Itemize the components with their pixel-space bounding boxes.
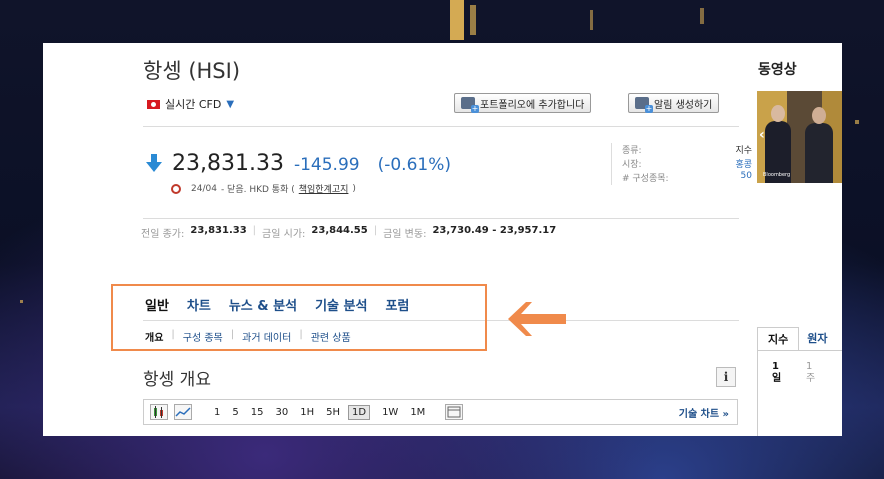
- chevron-left-icon[interactable]: ‹: [759, 127, 765, 143]
- realtime-selector[interactable]: 실시간 CFD ▼: [147, 96, 234, 112]
- chart-toolbar: 1 5 15 30 1H 5H 1D 1W 1M 기술 차트 »: [143, 399, 738, 425]
- arrow-down-icon: [146, 154, 162, 172]
- tab-index[interactable]: 지수: [757, 327, 800, 350]
- overview-title: 항셍 개요: [143, 370, 211, 390]
- status-text: - 닫음. HKD 통화 (: [220, 185, 295, 195]
- line-chart-icon[interactable]: [174, 404, 192, 420]
- divider: [143, 218, 739, 219]
- add-portfolio-label: 포트폴리오에 추가합니다: [480, 99, 585, 111]
- chevron-down-icon: ▼: [226, 98, 235, 110]
- alert-add-icon: [635, 97, 653, 113]
- period-1-day[interactable]: 1일: [772, 361, 782, 385]
- sidebar-periods: 1일 1주: [772, 361, 816, 385]
- instrument-info: 종류: 지수 시장: 홍콩 # 구성종목: 50: [611, 143, 752, 185]
- chart-settings-icon[interactable]: [445, 404, 464, 420]
- info-key: 시장:: [622, 160, 642, 170]
- info-key: # 구성종목:: [622, 174, 669, 184]
- prev-close-value: 23,831.33: [190, 225, 247, 236]
- add-portfolio-button[interactable]: 포트폴리오에 추가합니다: [454, 93, 592, 113]
- period-1h[interactable]: 1H: [300, 407, 314, 418]
- create-alert-button[interactable]: 알림 생성하기: [628, 93, 720, 113]
- period-5[interactable]: 5: [232, 407, 238, 418]
- info-row: 시장: 홍콩: [622, 157, 752, 171]
- info-value-market[interactable]: 홍콩: [735, 157, 752, 171]
- arrow-left-icon: [508, 302, 566, 336]
- tab-raw-materials[interactable]: 원자: [799, 327, 835, 350]
- info-row: 종류: 지수: [622, 143, 752, 157]
- period-1w[interactable]: 1W: [382, 407, 398, 418]
- period-5h[interactable]: 5H: [326, 407, 340, 418]
- prev-close-label: 전일 종가:: [141, 229, 185, 240]
- info-key: 종류:: [622, 146, 642, 156]
- period-1m[interactable]: 1M: [410, 407, 425, 418]
- open-label: 금일 시가:: [262, 229, 306, 240]
- last-price: 23,831.33: [172, 151, 284, 176]
- price-change: -145.99: [293, 155, 360, 175]
- info-value: 지수: [735, 146, 752, 156]
- period-1-week[interactable]: 1주: [806, 361, 816, 385]
- info-row: # 구성종목: 50: [622, 171, 752, 185]
- highlight-box: [111, 284, 487, 351]
- divider: [143, 126, 739, 127]
- daily-stats: 전일 종가: 23,831.33 | 금일 시가: 23,844.55 | 금일…: [141, 225, 557, 240]
- range-label: 금일 변동:: [383, 229, 427, 240]
- portfolio-add-icon: [461, 97, 479, 113]
- technical-chart-link[interactable]: 기술 차트 »: [679, 405, 729, 420]
- period-1d[interactable]: 1D: [348, 404, 371, 420]
- create-alert-label: 알림 생성하기: [654, 99, 713, 111]
- price-row: 23,831.33 -145.99 (-0.61%): [146, 151, 451, 176]
- realtime-label: 실시간 CFD: [165, 98, 222, 111]
- market-status: 24/04 - 닫음. HKD 통화 ( 책임한계고지 ): [171, 182, 356, 195]
- video-brand: Bloomberg: [763, 172, 791, 178]
- candlestick-icon[interactable]: [150, 404, 168, 420]
- quote-date: 24/04: [191, 183, 217, 194]
- period-1[interactable]: 1: [214, 407, 220, 418]
- price-change-percent: (-0.61%): [377, 155, 451, 175]
- clock-icon: [171, 183, 181, 194]
- hk-flag-icon: [147, 99, 160, 109]
- info-value-components[interactable]: 50: [741, 171, 752, 185]
- main-panel: 항셍 (HSI) 실시간 CFD ▼ 포트폴리오에 추가합니다 알림 생성하기 …: [43, 43, 842, 436]
- status-tail: ): [352, 183, 356, 194]
- range-value: 23,730.49 - 23,957.17: [432, 225, 557, 236]
- info-button[interactable]: i: [716, 367, 736, 387]
- period-15[interactable]: 15: [251, 407, 264, 418]
- disclaimer-link[interactable]: 책임한계고지: [299, 182, 349, 195]
- page-title: 항셍 (HSI): [143, 59, 241, 83]
- period-30[interactable]: 30: [275, 407, 288, 418]
- video-thumbnail[interactable]: ‹ Bloomberg: [757, 91, 842, 183]
- sidebar-tabs: 지수 원자: [757, 327, 842, 351]
- video-section-title: 동영상: [758, 62, 797, 78]
- open-value: 23,844.55: [311, 225, 368, 236]
